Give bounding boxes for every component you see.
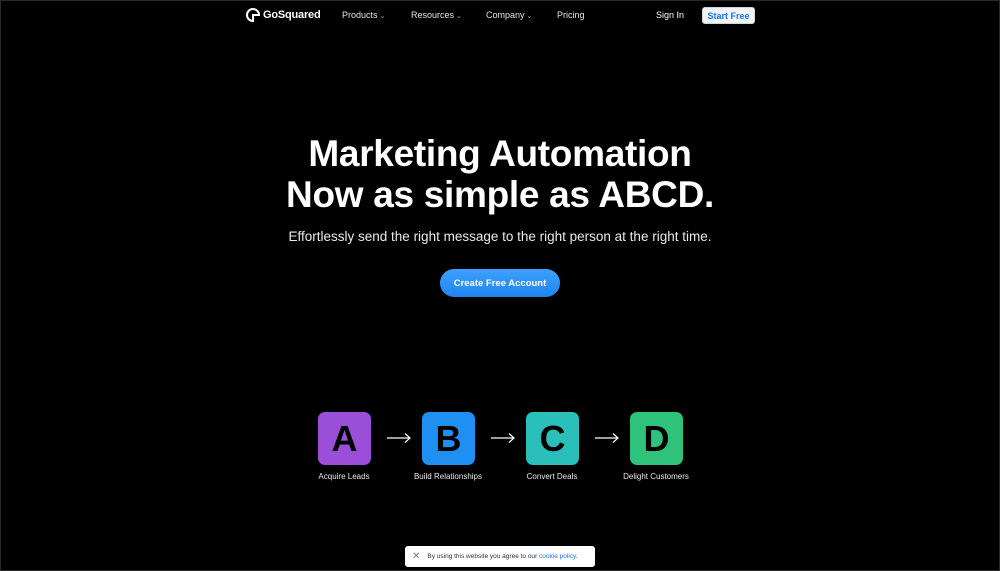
step-b-tile: B bbox=[422, 412, 475, 465]
cookie-suffix: . bbox=[575, 553, 578, 560]
nav-item-resources[interactable]: Resources ⌄ bbox=[411, 10, 462, 20]
step-d-tile: D bbox=[630, 412, 683, 465]
nav-item-label: Pricing bbox=[557, 10, 585, 20]
nav-item-products[interactable]: Products ⌄ bbox=[342, 10, 385, 20]
cookie-text: By using this website you agree to our c… bbox=[427, 553, 577, 560]
chevron-down-icon: ⌄ bbox=[526, 13, 533, 20]
cookie-policy-link[interactable]: cookie policy bbox=[539, 553, 576, 560]
hero-title: Marketing Automation Now as simple as AB… bbox=[0, 133, 1000, 215]
start-free-button[interactable]: Start Free bbox=[702, 7, 755, 24]
chevron-down-icon: ⌄ bbox=[379, 13, 386, 20]
step-c-label: Convert Deals bbox=[526, 472, 578, 481]
arrow-right-icon bbox=[491, 433, 515, 443]
cookie-message: By using this website you agree to our bbox=[427, 553, 540, 560]
arrow-right-icon bbox=[387, 433, 411, 443]
nav-item-company[interactable]: Company ⌄ bbox=[486, 10, 532, 20]
brand-name: GoSquared bbox=[263, 9, 321, 21]
step-d-label: Delight Customers bbox=[623, 472, 689, 481]
close-icon[interactable]: ✕ bbox=[412, 551, 420, 562]
chevron-down-icon: ⌄ bbox=[456, 13, 462, 20]
top-nav: GoSquared Products ⌄ Resources ⌄ Company… bbox=[0, 0, 1000, 31]
sign-in-link[interactable]: Sign In bbox=[656, 10, 684, 20]
arrow-right-icon bbox=[595, 433, 619, 443]
step-a-tile: A bbox=[318, 412, 371, 465]
hero-subtitle: Effortlessly send the right message to t… bbox=[288, 229, 712, 244]
nav-item-label: Company bbox=[486, 10, 525, 20]
hero-title-line-1: Marketing Automation bbox=[308, 133, 692, 174]
nav-item-label: Products bbox=[342, 10, 378, 20]
hero-title-line-2: Now as simple as ABCD. bbox=[286, 174, 714, 215]
step-c-tile: C bbox=[526, 412, 579, 465]
cookie-banner: ✕ By using this website you agree to our… bbox=[405, 546, 595, 567]
step-b-label: Build Relationships bbox=[413, 472, 483, 481]
create-free-account-button[interactable]: Create Free Account bbox=[440, 269, 560, 297]
step-a-label: Acquire Leads bbox=[318, 472, 370, 481]
nav-item-pricing[interactable]: Pricing bbox=[557, 10, 585, 20]
nav-item-label: Resources bbox=[411, 10, 455, 20]
brand-logo[interactable]: GoSquared bbox=[246, 8, 321, 22]
gosquared-logo-icon bbox=[246, 8, 260, 22]
